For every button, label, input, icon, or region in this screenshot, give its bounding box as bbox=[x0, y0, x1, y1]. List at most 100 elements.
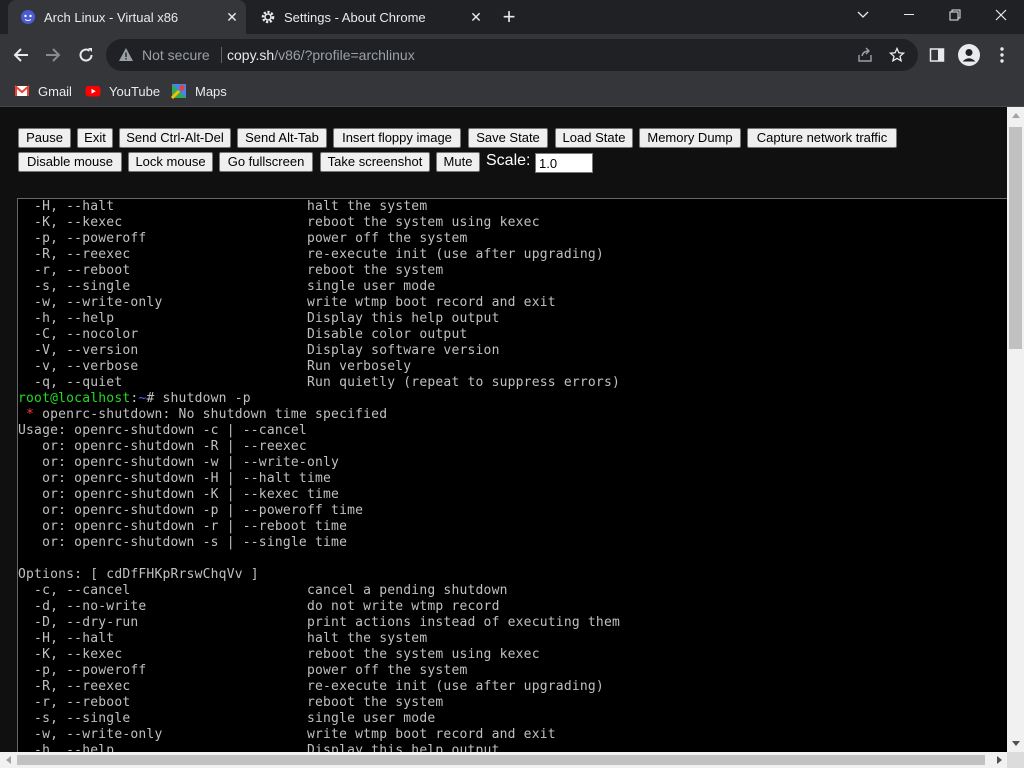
page-content: Pause Exit Send Ctrl-Alt-Del Send Alt-Ta… bbox=[0, 107, 1007, 752]
terminal-line: -p, --poweroff power off the system bbox=[18, 663, 468, 678]
terminal-line: -r, --reboot reboot the system bbox=[18, 263, 444, 278]
capture-network-button[interactable]: Capture network traffic bbox=[747, 128, 897, 148]
error-line: * openrc-shutdown: No shutdown time spec… bbox=[18, 407, 620, 423]
forward-arrow-icon[interactable] bbox=[40, 42, 66, 68]
pause-button[interactable]: Pause bbox=[18, 128, 71, 148]
memory-dump-button[interactable]: Memory Dump bbox=[639, 128, 741, 148]
scrollbar-thumb[interactable] bbox=[1009, 127, 1022, 349]
terminal-line: -h, --help Display this help output bbox=[18, 311, 500, 326]
terminal-line: Options: [ cdDfFHKpRrswChqVv ] bbox=[18, 567, 259, 582]
bookmarks-bar: Gmail YouTube Maps bbox=[0, 76, 1024, 107]
scale-input[interactable] bbox=[535, 153, 593, 173]
insert-floppy-button[interactable]: Insert floppy image bbox=[333, 128, 461, 148]
restore-icon[interactable] bbox=[932, 0, 978, 30]
terminal-line: -q, --quiet Run quietly (repeat to suppr… bbox=[18, 375, 620, 390]
tab-settings[interactable]: Settings - About Chrome ✕ bbox=[248, 0, 490, 34]
side-panel-icon[interactable] bbox=[925, 43, 949, 67]
terminal-line: -C, --nocolor Disable color output bbox=[18, 327, 468, 342]
terminal-line: or: openrc-shutdown -R | --reexec bbox=[18, 439, 307, 454]
go-fullscreen-button[interactable]: Go fullscreen bbox=[219, 152, 313, 172]
emulator-screen[interactable]: -H, --halt halt the system -K, --kexec r… bbox=[17, 198, 1007, 752]
address-bar[interactable]: Not secure copy.sh/v86/?profile=archlinu… bbox=[106, 39, 918, 71]
maps-icon bbox=[171, 84, 186, 99]
bookmark-star-icon[interactable] bbox=[888, 46, 906, 64]
lock-mouse-button[interactable]: Lock mouse bbox=[128, 152, 213, 172]
browser-toolbar: Not secure copy.sh/v86/?profile=archlinu… bbox=[0, 34, 1024, 76]
disable-mouse-button[interactable]: Disable mouse bbox=[18, 152, 122, 172]
terminal-line: -c, --cancel cancel a pending shutdown bbox=[18, 583, 508, 598]
back-arrow-icon[interactable] bbox=[8, 42, 34, 68]
tab-search-icon[interactable] bbox=[840, 0, 886, 30]
prompt-user-host: root@localhost bbox=[18, 391, 131, 406]
menu-kebab-icon[interactable] bbox=[990, 43, 1014, 67]
load-state-button[interactable]: Load State bbox=[555, 128, 633, 148]
profile-avatar-icon[interactable] bbox=[957, 43, 981, 67]
scroll-down-arrow-icon[interactable] bbox=[1007, 735, 1024, 752]
terminal-line: -d, --no-write do not write wtmp record bbox=[18, 599, 500, 614]
terminal-line: or: openrc-shutdown -r | --reboot time bbox=[18, 519, 348, 534]
tab-title: Settings - About Chrome bbox=[284, 9, 426, 25]
scroll-up-arrow-icon[interactable] bbox=[1007, 107, 1024, 124]
prompt-command: shutdown -p bbox=[162, 391, 251, 406]
scrollbar-thumb[interactable] bbox=[17, 755, 985, 765]
exit-button[interactable]: Exit bbox=[77, 128, 113, 148]
terminal-line: -K, --kexec reboot the system using kexe… bbox=[18, 215, 540, 230]
gmail-icon bbox=[14, 85, 30, 96]
terminal-line: -V, --version Display software version bbox=[18, 343, 500, 358]
terminal-line: -w, --write-only write wtmp boot record … bbox=[18, 727, 556, 742]
terminal-line: -s, --single single user mode bbox=[18, 711, 436, 726]
tab-title: Arch Linux - Virtual x86 bbox=[44, 9, 179, 25]
terminal-line: or: openrc-shutdown -K | --kexec time bbox=[18, 487, 340, 502]
terminal-line: -R, --reexec re-execute init (use after … bbox=[18, 679, 604, 694]
terminal-line: or: openrc-shutdown -w | --write-only bbox=[18, 455, 340, 470]
not-secure-label[interactable]: Not secure bbox=[142, 47, 210, 63]
send-ctrl-alt-del-button[interactable]: Send Ctrl-Alt-Del bbox=[119, 128, 231, 148]
terminal-line: -D, --dry-run print actions instead of e… bbox=[18, 615, 620, 630]
scroll-left-arrow-icon[interactable] bbox=[0, 752, 16, 768]
error-text: openrc-shutdown: No shutdown time specif… bbox=[42, 407, 388, 422]
error-star: * bbox=[18, 407, 43, 422]
gear-icon bbox=[260, 9, 276, 25]
terminal-line: -H, --halt halt the system bbox=[18, 631, 428, 646]
tab-arch-linux[interactable]: Arch Linux - Virtual x86 ✕ bbox=[8, 0, 246, 34]
terminal-line: -w, --write-only write wtmp boot record … bbox=[18, 295, 556, 310]
mute-button[interactable]: Mute bbox=[436, 152, 480, 172]
terminal-line: -v, --verbose Run verbosely bbox=[18, 359, 412, 374]
send-alt-tab-button[interactable]: Send Alt-Tab bbox=[237, 128, 327, 148]
bookmark-gmail[interactable]: Gmail bbox=[14, 82, 72, 100]
tab-strip: Arch Linux - Virtual x86 ✕ Settings - Ab… bbox=[0, 0, 1024, 34]
terminal-line: -p, --poweroff power off the system bbox=[18, 231, 468, 246]
terminal-line: or: openrc-shutdown -H | --halt time bbox=[18, 471, 332, 486]
scroll-right-arrow-icon[interactable] bbox=[991, 752, 1007, 768]
prompt-symbol: # bbox=[146, 391, 163, 406]
share-icon[interactable] bbox=[856, 46, 874, 64]
divider bbox=[221, 47, 222, 63]
bookmark-label: YouTube bbox=[109, 83, 161, 99]
terminal-line: -H, --halt halt the system bbox=[18, 199, 428, 214]
save-state-button[interactable]: Save State bbox=[468, 128, 548, 148]
close-tab-icon[interactable]: ✕ bbox=[224, 9, 240, 25]
terminal-line: Usage: openrc-shutdown -c | --cancel bbox=[18, 423, 307, 438]
reload-icon[interactable] bbox=[73, 42, 99, 68]
v86-icon bbox=[20, 9, 36, 25]
take-screenshot-button[interactable]: Take screenshot bbox=[320, 152, 430, 172]
minimize-icon[interactable] bbox=[886, 0, 932, 30]
bookmark-youtube[interactable]: YouTube bbox=[85, 82, 160, 100]
bookmark-maps[interactable]: Maps bbox=[171, 82, 227, 100]
terminal-output: -H, --halt halt the system -K, --kexec r… bbox=[18, 199, 620, 752]
terminal-line: -s, --single single user mode bbox=[18, 279, 436, 294]
terminal-line: -r, --reboot reboot the system bbox=[18, 695, 444, 710]
url-text[interactable]: copy.sh/v86/?profile=archlinux bbox=[227, 47, 415, 63]
scale-label: Scale: bbox=[486, 152, 531, 169]
terminal-line: or: openrc-shutdown -p | --poweroff time bbox=[18, 503, 364, 518]
horizontal-scrollbar[interactable] bbox=[0, 752, 1007, 768]
close-tab-icon[interactable]: ✕ bbox=[468, 9, 484, 25]
scrollbar-corner bbox=[1007, 752, 1024, 768]
warning-icon[interactable] bbox=[118, 47, 134, 63]
vertical-scrollbar[interactable] bbox=[1007, 107, 1024, 752]
bookmark-label: Gmail bbox=[38, 83, 72, 99]
new-tab-button[interactable]: + bbox=[498, 6, 520, 28]
close-window-icon[interactable] bbox=[978, 0, 1024, 30]
shell-prompt-line: root@localhost:~# shutdown -p bbox=[18, 391, 620, 407]
